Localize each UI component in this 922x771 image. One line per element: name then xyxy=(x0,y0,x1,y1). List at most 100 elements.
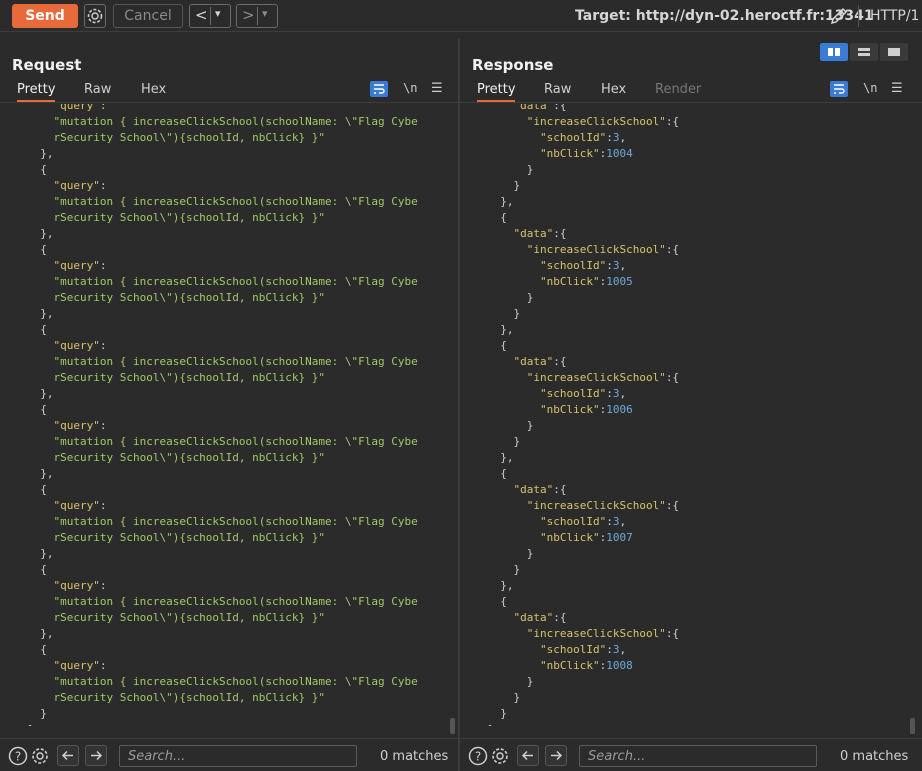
request-editor[interactable]: "query": "mutation { increaseClickSchool… xyxy=(0,104,458,726)
response-scrollbar[interactable] xyxy=(910,718,915,734)
tab-pretty[interactable]: Pretty xyxy=(477,82,516,102)
tab-pretty[interactable]: Pretty xyxy=(17,82,56,102)
code-token: { xyxy=(27,323,47,336)
help-icon[interactable]: ? xyxy=(468,746,488,766)
http-version-selector[interactable]: HTTP/1 xyxy=(870,8,919,24)
pencil-icon xyxy=(830,7,848,25)
code-token: :{ xyxy=(553,355,567,368)
code-line: { xyxy=(27,322,47,338)
code-line: "query": xyxy=(27,104,106,114)
tab-render[interactable]: Render xyxy=(655,82,701,102)
code-token: } xyxy=(487,291,534,304)
menu-icon[interactable]: ☰ xyxy=(891,81,909,97)
arrow-forward-icon: > xyxy=(242,6,255,24)
code-token: "data" xyxy=(487,483,554,496)
code-line: rSecurity School\"){schoolId, nbClick} }… xyxy=(27,130,325,146)
code-line: ] xyxy=(487,722,494,726)
next-match-button[interactable] xyxy=(85,745,107,766)
code-line: "mutation { increaseClickSchool(schoolNa… xyxy=(27,194,417,210)
code-token: }, xyxy=(487,323,514,336)
request-search-input[interactable]: Search... xyxy=(119,745,357,767)
gear-icon[interactable] xyxy=(30,746,50,766)
code-line: "mutation { increaseClickSchool(schoolNa… xyxy=(27,514,417,530)
request-scrollbar[interactable] xyxy=(450,718,455,734)
code-token: }, xyxy=(27,387,54,400)
code-token: :{ xyxy=(553,483,567,496)
settings-button[interactable] xyxy=(84,4,106,28)
request-title: Request xyxy=(12,56,82,74)
code-line: }, xyxy=(487,450,513,466)
code-line: } xyxy=(487,690,520,706)
code-token: }, xyxy=(487,195,514,208)
tab-hex[interactable]: Hex xyxy=(601,82,626,102)
code-token: "schoolId" xyxy=(487,643,607,656)
code-token: : xyxy=(99,419,107,432)
code-token: "schoolId" xyxy=(487,259,607,272)
code-token: { xyxy=(27,243,47,256)
code-token: : xyxy=(99,339,107,352)
code-token: "schoolId" xyxy=(487,387,607,400)
layout-stacked-button[interactable] xyxy=(850,43,878,61)
code-line: "data":{ xyxy=(487,482,566,498)
code-token: rSecurity School\"){schoolId, nbClick} }… xyxy=(27,131,326,144)
response-panel: Response Pretty Raw Hex Render \n ☰ "dat… xyxy=(460,38,922,771)
previous-match-button[interactable] xyxy=(517,745,539,766)
code-token: : xyxy=(606,259,613,272)
wrap-lines-toggle[interactable] xyxy=(830,81,848,97)
code-token: rSecurity School\"){schoolId, nbClick} }… xyxy=(27,451,326,464)
chevron-down-icon[interactable]: ▾ xyxy=(262,7,268,20)
tab-raw[interactable]: Raw xyxy=(544,82,571,102)
history-forward-button[interactable]: > ▾ xyxy=(236,4,278,28)
code-line: { xyxy=(27,562,47,578)
code-token: : xyxy=(99,579,107,592)
code-token: ] xyxy=(487,723,494,726)
code-token: 1004 xyxy=(606,147,633,160)
code-line: "nbClick":1005 xyxy=(487,274,633,290)
code-token: : xyxy=(99,179,107,192)
response-search-bar: ? Search... 0 matches xyxy=(460,738,922,771)
code-line: }, xyxy=(27,626,53,642)
layout-single-button[interactable] xyxy=(880,43,908,61)
code-line: } xyxy=(487,290,534,306)
cancel-button[interactable]: Cancel xyxy=(113,4,183,28)
response-editor[interactable]: "data":{ "increaseClickSchool":{ "school… xyxy=(460,104,922,726)
history-back-button[interactable]: < ▾ xyxy=(189,4,231,28)
code-token: "increaseClickSchool" xyxy=(487,499,666,512)
code-token: rSecurity School\"){schoolId, nbClick} }… xyxy=(27,291,326,304)
code-line: } xyxy=(487,674,534,690)
chevron-down-icon[interactable]: ▾ xyxy=(215,7,221,20)
code-token: "increaseClickSchool" xyxy=(487,627,666,640)
code-token: } xyxy=(487,691,521,704)
request-tabs: Pretty Raw Hex xyxy=(0,82,458,102)
code-token: "query" xyxy=(27,499,100,512)
next-match-button[interactable] xyxy=(545,745,567,766)
code-token: "mutation { increaseClickSchool(schoolNa… xyxy=(27,435,418,448)
response-title: Response xyxy=(472,56,554,74)
code-token: }, xyxy=(27,467,54,480)
layout-side-by-side-button[interactable] xyxy=(820,43,848,61)
code-line: }, xyxy=(27,386,54,402)
send-button[interactable]: Send xyxy=(12,4,78,28)
menu-icon[interactable]: ☰ xyxy=(431,81,449,97)
code-token: rSecurity School\"){schoolId, nbClick} }… xyxy=(27,691,326,704)
edit-target-button[interactable] xyxy=(828,5,850,27)
code-token: :{ xyxy=(665,499,680,512)
code-token: { xyxy=(487,467,507,480)
code-line: "mutation { increaseClickSchool(schoolNa… xyxy=(27,274,417,290)
code-token: { xyxy=(27,643,47,656)
tab-raw[interactable]: Raw xyxy=(84,82,111,102)
code-line: "query": xyxy=(27,498,106,514)
code-line: }, xyxy=(487,194,514,210)
code-token: rSecurity School\"){schoolId, nbClick} }… xyxy=(27,531,326,544)
wrap-lines-toggle[interactable] xyxy=(370,81,388,97)
rows-icon xyxy=(858,48,870,56)
tab-hex[interactable]: Hex xyxy=(141,82,166,102)
help-icon[interactable]: ? xyxy=(8,746,28,766)
gear-icon[interactable] xyxy=(490,746,510,766)
code-line: "schoolId":3, xyxy=(487,642,626,658)
response-search-input[interactable]: Search... xyxy=(579,745,817,767)
show-newlines-toggle[interactable]: \n xyxy=(863,81,881,97)
show-newlines-toggle[interactable]: \n xyxy=(403,81,421,97)
code-line: "query": xyxy=(27,178,106,194)
previous-match-button[interactable] xyxy=(57,745,79,766)
